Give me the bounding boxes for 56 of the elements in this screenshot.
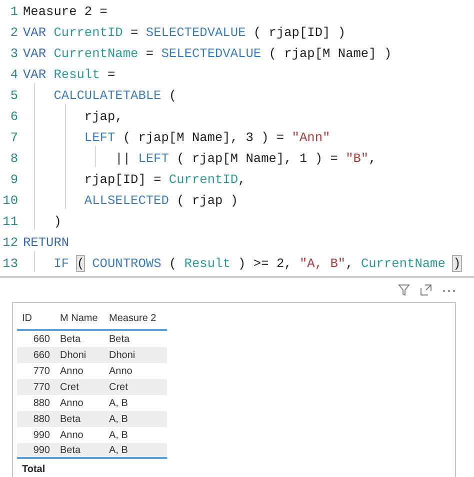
code-line: rjap, [83, 108, 123, 126]
line-number: 3 [9, 44, 18, 63]
table-cell-text: Dhoni [108, 348, 136, 362]
code-line: LEFT ( rjap[M Name], 3 ) = "Ann" [83, 128, 330, 147]
code-line: VAR CurrentName = SELECTEDVALUE ( rjap[M Name] ) [23, 44, 392, 63]
line-number: 6 [9, 108, 18, 126]
code-line: ALLSELECTED ( rjap ) [83, 192, 238, 210]
column-header[interactable]: M Name [55, 310, 104, 326]
table-cell-text: Dhoni [59, 348, 88, 362]
code-line: VAR CurrentID = SELECTEDVALUE ( rjap[ID] ) [23, 24, 346, 42]
line-number: 2 [9, 24, 18, 42]
table-cell-text: Beta [108, 332, 131, 346]
line-number: 8 [9, 150, 18, 168]
table-cell-text: Cret [59, 380, 80, 394]
table-cell-text: 990 [32, 444, 51, 458]
code-line: Measure 2 = [23, 2, 108, 21]
table-cell-text: A, B [108, 396, 129, 410]
table-cell-text: Beta [59, 444, 82, 458]
column-header[interactable]: ID [17, 310, 55, 326]
table-cell-text: 660 [32, 332, 51, 346]
table-cell-text: 880 [32, 396, 51, 410]
code-line: || LEFT ( rjap[M Name], 1 ) = "B", [114, 150, 376, 168]
line-number: 12 [2, 234, 18, 252]
table-cell-text: Anno [59, 428, 84, 442]
table-cell-text: Beta [59, 332, 82, 346]
table-cell-text: 880 [32, 412, 51, 426]
table-cell-text: Cret [108, 380, 129, 394]
code-line: CALCULATETABLE ( [52, 86, 177, 105]
code-line: VAR Result = [23, 66, 116, 84]
table-cell-text: 660 [32, 348, 51, 362]
table-cell-text: Beta [59, 412, 82, 426]
column-header[interactable]: Measure 2 [104, 310, 162, 326]
line-number: 1 [9, 2, 18, 21]
table-cell-text: 770 [32, 364, 51, 378]
line-number: 9 [9, 170, 18, 189]
total-label: Total [21, 463, 46, 477]
line-number: 4 [9, 66, 18, 84]
code-line: rjap[ID] = CurrentID, [83, 170, 246, 189]
table-cell-text: A, B [108, 444, 129, 458]
table-cell-text: 770 [32, 380, 51, 394]
table-cell-text: Anno [108, 364, 134, 378]
code-line: IF ( COUNTROWS ( Result ) >= 2, "A, B", CurrentName ) [52, 254, 461, 273]
line-number: 5 [9, 86, 18, 105]
line-number: 13 [2, 254, 18, 273]
code-line: ) [52, 212, 62, 231]
line-number: 7 [9, 128, 18, 147]
table-cell-text: A, B [108, 412, 129, 426]
line-number: 11 [2, 212, 18, 231]
table-cell-text: Anno [59, 364, 84, 378]
focus-mode-icon[interactable] [420, 284, 432, 296]
filter-icon[interactable] [398, 284, 410, 296]
table-cell-text: 990 [32, 428, 51, 442]
table-cell-text: Anno [59, 396, 84, 410]
table-cell-text: A, B [108, 428, 129, 442]
code-line: RETURN [23, 234, 70, 252]
line-number: 10 [2, 192, 18, 210]
